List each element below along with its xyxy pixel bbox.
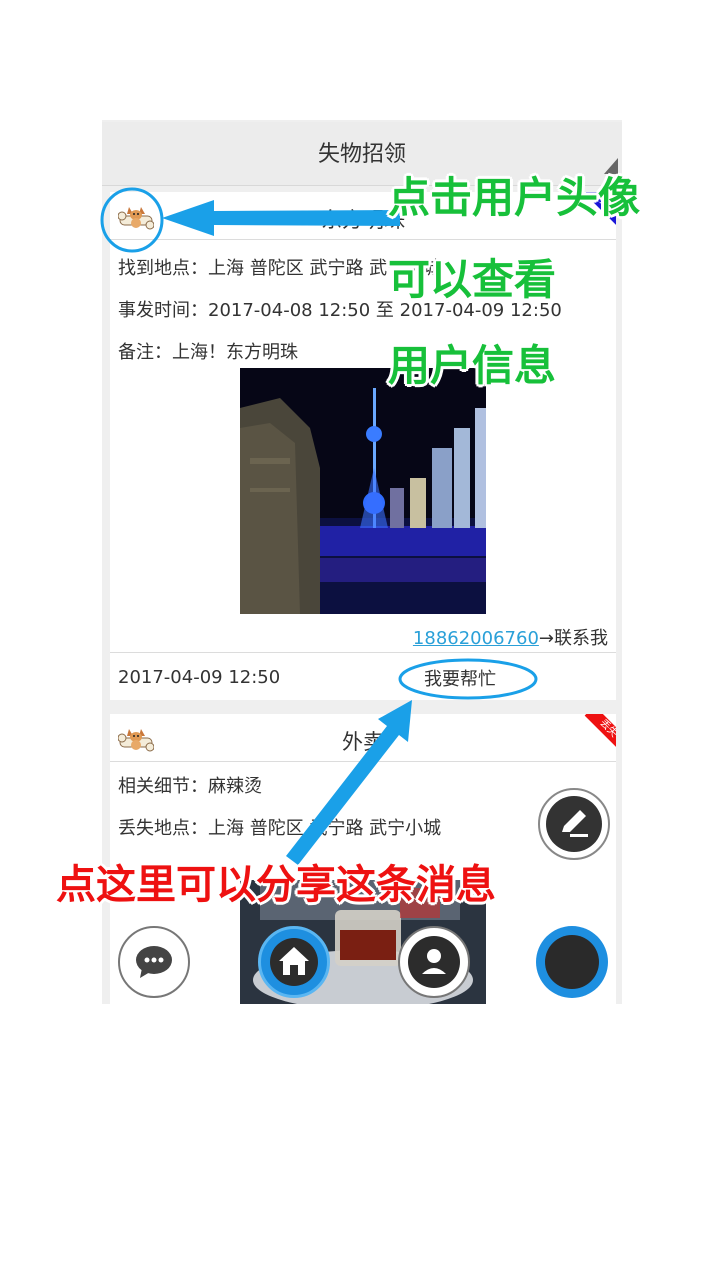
edit-post-button[interactable] xyxy=(538,788,610,860)
nav-home-button[interactable] xyxy=(258,926,330,998)
nav-profile-button[interactable] xyxy=(398,926,470,998)
contact-row: 18862006760→联系我 xyxy=(413,624,608,650)
nav-messages-button[interactable] xyxy=(118,926,190,998)
note-row: 备注：上海！东方明珠 xyxy=(118,338,298,364)
menu-circle-icon xyxy=(545,935,599,989)
contact-label: →联系我 xyxy=(538,628,608,649)
event-time-label: 事发时间： xyxy=(118,300,208,321)
card-footer: 2017-04-09 12:50 我要帮忙 xyxy=(110,652,616,700)
help-share-button[interactable]: 我要帮忙 xyxy=(424,665,496,691)
user-icon xyxy=(408,936,460,988)
details-label: 相关细节： xyxy=(118,776,208,797)
edit-pencil-icon xyxy=(546,796,602,852)
post-title: 外卖 xyxy=(342,730,384,754)
chat-bubble-icon xyxy=(136,946,172,978)
dog-avatar-icon[interactable] xyxy=(118,202,154,232)
lost-location-label: 丢失地点： xyxy=(118,818,208,839)
details-row: 相关细节：麻辣烫 xyxy=(118,772,262,798)
lost-location-value: 上海 普陀区 武宁路 武宁小城 xyxy=(208,818,442,839)
post-photo[interactable] xyxy=(240,368,486,614)
details-value: 麻辣烫 xyxy=(208,776,262,797)
home-icon xyxy=(270,938,318,986)
note-value: 上海！东方明珠 xyxy=(172,342,298,363)
annotation-avatar-line3: 用户信息 xyxy=(388,341,557,390)
status-badge-text: 丢失 xyxy=(584,714,616,750)
status-badge: 丢失 xyxy=(580,714,616,750)
phone-link[interactable]: 18862006760 xyxy=(413,628,539,649)
note-label: 备注： xyxy=(118,342,172,363)
dog-avatar-icon[interactable] xyxy=(118,724,154,754)
card-header: 外卖 丢失 xyxy=(110,714,616,762)
nav-more-button[interactable] xyxy=(536,926,608,998)
annotation-avatar-line1: 点击用户头像 xyxy=(388,173,641,222)
annotation-avatar-line2: 可以查看 xyxy=(388,255,557,304)
lost-location-row: 丢失地点：上海 普陀区 武宁路 武宁小城 xyxy=(118,814,441,840)
annotation-share-text: 点这里可以分享这条消息 xyxy=(56,862,496,908)
found-location-label: 找到地点： xyxy=(118,258,208,279)
post-date: 2017-04-09 12:50 xyxy=(118,667,281,688)
